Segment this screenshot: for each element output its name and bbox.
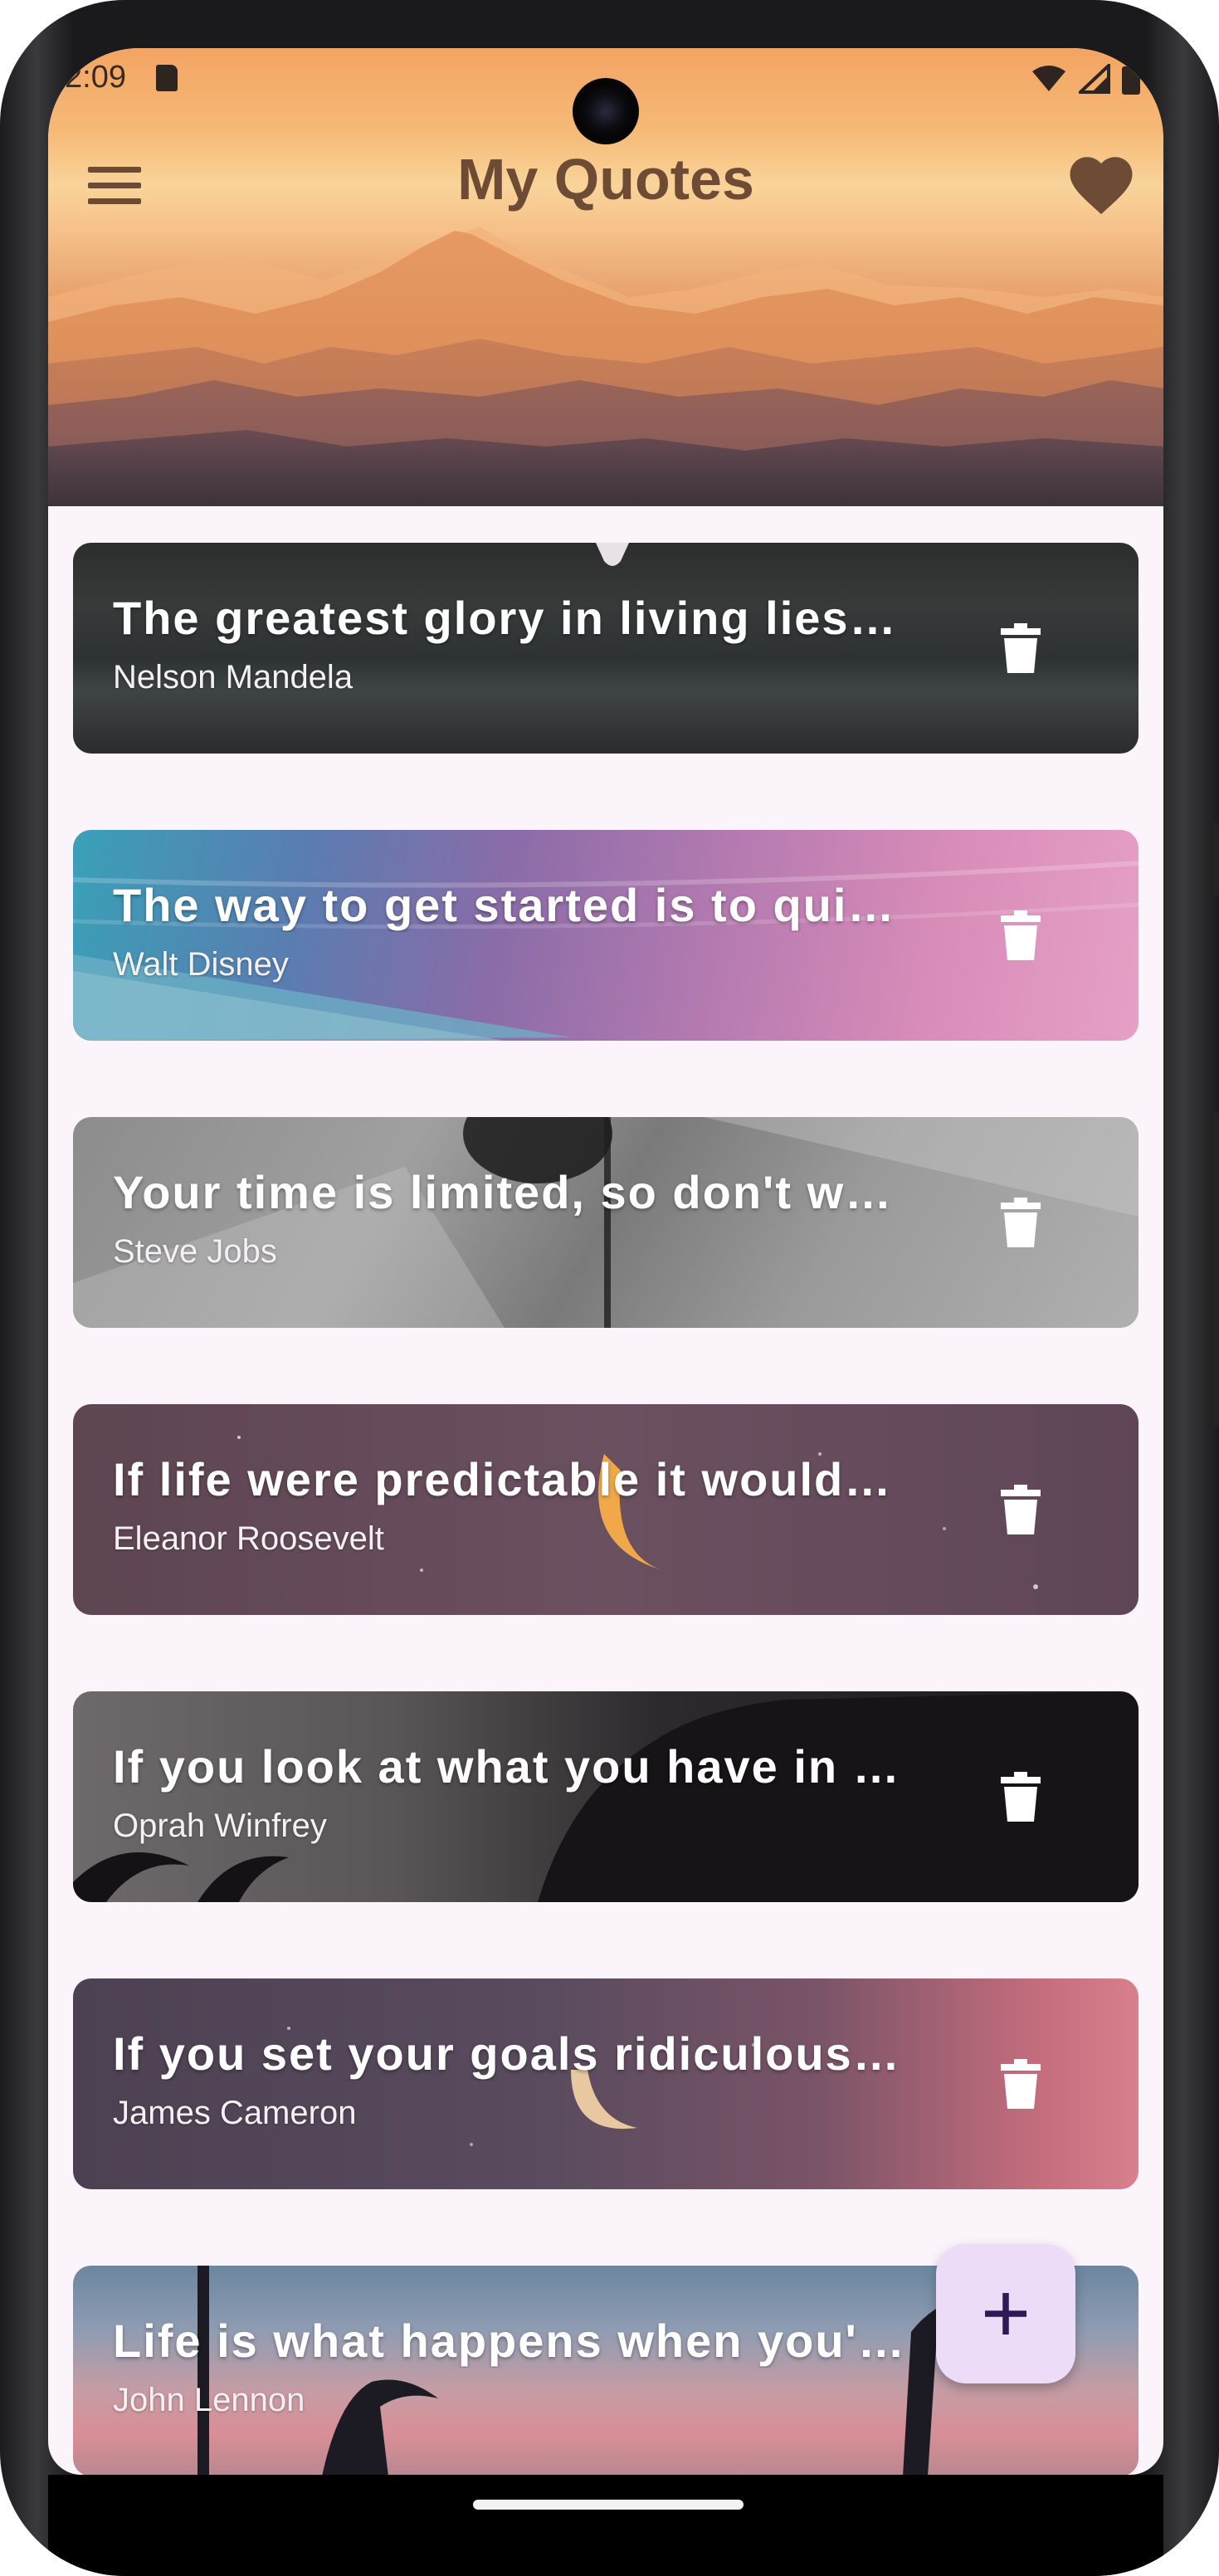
quote-card[interactable]: If you set your goals ridiculous… James …	[73, 1978, 1139, 2189]
phone-frame: 2:09 My Quotes The greatest glory in liv…	[0, 0, 1219, 2576]
quote-card[interactable]: The greatest glory in living lies… Nelso…	[73, 543, 1139, 754]
quote-text: If you set your goals ridiculous…	[113, 2027, 901, 2080]
delete-icon[interactable]	[1001, 910, 1041, 961]
quote-text: Life is what happens when you'…	[113, 2315, 906, 2367]
quote-card[interactable]: If you look at what you have in … Oprah …	[73, 1691, 1139, 1902]
home-indicator[interactable]	[473, 2500, 744, 2510]
quote-card[interactable]: Your time is limited, so don't w… Steve …	[73, 1117, 1139, 1328]
palm-trees-image	[73, 1691, 1139, 1902]
quote-author: James Cameron	[113, 2095, 357, 2131]
heart-icon[interactable]	[1064, 148, 1139, 222]
status-icons	[1031, 63, 1140, 95]
battery-icon	[1122, 63, 1140, 95]
quote-author: Nelson Mandela	[113, 659, 354, 695]
status-time: 2:09	[65, 60, 126, 95]
quote-author: Oprah Winfrey	[113, 1808, 327, 1844]
scroll-marker	[596, 543, 629, 566]
delete-icon[interactable]	[1001, 1484, 1041, 1535]
quote-author: Steve Jobs	[113, 1233, 277, 1270]
quote-text: If you look at what you have in …	[113, 1740, 901, 1793]
header-banner: 2:09 My Quotes	[48, 48, 1163, 506]
quote-card[interactable]: The way to get started is to qui… Walt D…	[73, 830, 1139, 1041]
delete-icon[interactable]	[1001, 1771, 1041, 1822]
cell-signal-icon	[1079, 64, 1110, 94]
sd-card-icon	[156, 65, 178, 91]
app-screen: 2:09 My Quotes The greatest glory in liv…	[48, 48, 1163, 2475]
volume-button	[1209, 822, 1219, 896]
quote-author: John Lennon	[113, 2382, 305, 2418]
page-title: My Quotes	[457, 147, 754, 212]
quote-text: The way to get started is to qui…	[113, 879, 896, 931]
front-camera	[573, 78, 639, 144]
beach-waves-image	[73, 861, 1139, 1041]
delete-icon[interactable]	[1001, 2058, 1041, 2110]
delete-icon[interactable]	[1001, 622, 1041, 674]
wifi-icon	[1032, 66, 1065, 91]
quote-text: If life were predictable it would…	[113, 1453, 893, 1505]
quote-text: The greatest glory in living lies…	[113, 592, 898, 644]
delete-icon[interactable]	[1001, 1197, 1041, 1248]
newspaper-image	[73, 1117, 1139, 1328]
navigation-bar	[48, 2475, 1163, 2576]
plus-icon	[985, 2293, 1026, 2334]
night-sky-moon-image	[237, 1436, 1038, 1589]
add-quote-button[interactable]	[936, 2244, 1075, 2383]
quote-author: Walt Disney	[113, 946, 289, 983]
quote-card[interactable]: If life were predictable it would… Elean…	[73, 1404, 1139, 1615]
quote-text: Your time is limited, so don't w…	[113, 1166, 894, 1218]
quote-author: Eleanor Roosevelt	[113, 1520, 384, 1557]
power-button	[1209, 1112, 1219, 1427]
night-sky-moon-image	[287, 2027, 755, 2146]
